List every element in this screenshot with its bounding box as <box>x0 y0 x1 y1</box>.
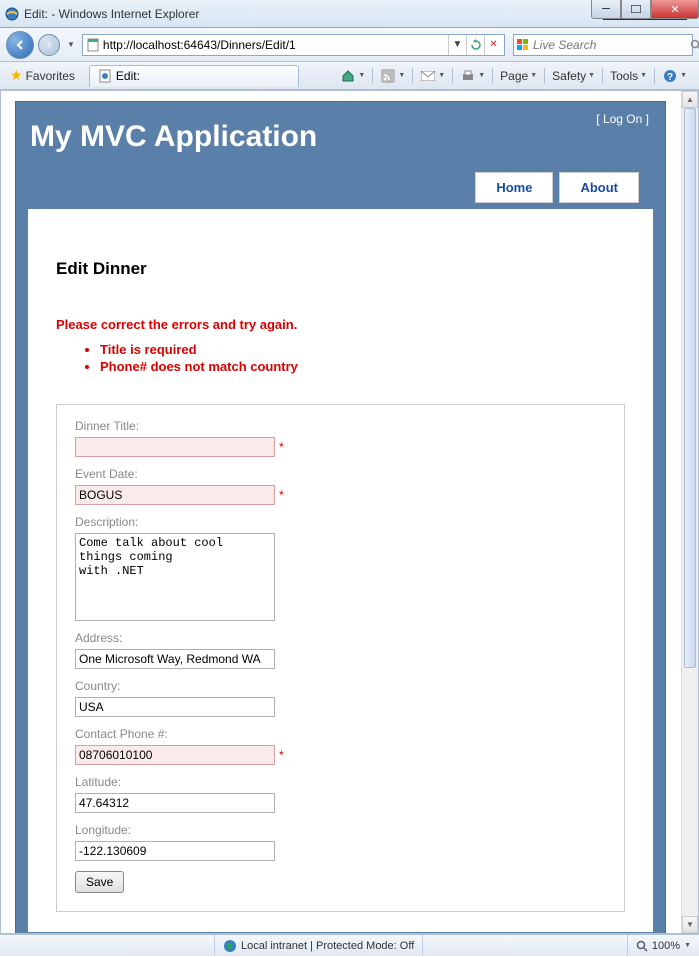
rss-icon <box>380 68 396 84</box>
forward-button[interactable] <box>38 34 60 56</box>
url-input[interactable] <box>103 38 448 52</box>
browser-tab[interactable]: Edit: <box>89 65 299 87</box>
mail-icon <box>420 68 436 84</box>
vertical-scrollbar[interactable]: ▲ ▼ <box>681 91 698 933</box>
favorites-button[interactable]: ★ Favorites <box>4 65 81 86</box>
intranet-icon <box>223 939 237 953</box>
search-input[interactable] <box>530 38 690 52</box>
minimize-button[interactable]: ─ <box>591 0 621 19</box>
help-icon: ? <box>662 68 678 84</box>
home-icon <box>340 68 356 84</box>
tab-page-icon <box>98 69 112 83</box>
svg-text:?: ? <box>667 72 673 83</box>
refresh-button[interactable] <box>466 35 484 55</box>
country-input[interactable] <box>75 697 275 717</box>
star-icon: ★ <box>10 67 23 84</box>
zone-text: Local intranet | Protected Mode: Off <box>241 940 414 952</box>
latitude-label: Latitude: <box>75 775 606 789</box>
title-error-indicator: * <box>279 440 284 454</box>
phone-label: Contact Phone #: <box>75 727 606 741</box>
address-bar[interactable]: ▼ ✕ <box>82 34 505 56</box>
feeds-button[interactable]: ▼ <box>376 66 409 86</box>
address-label: Address: <box>75 631 606 645</box>
nav-home-tab[interactable]: Home <box>475 172 553 203</box>
help-button[interactable]: ?▼ <box>658 66 691 86</box>
event-date-input[interactable] <box>75 485 275 505</box>
status-bar: Local intranet | Protected Mode: Off 100… <box>0 934 699 956</box>
validation-error-item: Title is required <box>100 342 625 357</box>
page-heading: Edit Dinner <box>56 259 625 279</box>
navigation-bar: ▼ ▼ ✕ <box>0 28 699 62</box>
longitude-input[interactable] <box>75 841 275 861</box>
nav-history-dropdown[interactable]: ▼ <box>64 40 78 49</box>
window-title: Edit: - Windows Internet Explorer <box>24 7 603 21</box>
close-button[interactable]: ✕ <box>651 0 699 19</box>
title-input[interactable] <box>75 437 275 457</box>
home-button[interactable]: ▼ <box>336 66 369 86</box>
status-segment <box>422 935 446 956</box>
favorites-label: Favorites <box>26 69 75 83</box>
validation-error-item: Phone# does not match country <box>100 359 625 374</box>
bing-icon <box>516 38 530 52</box>
security-zone[interactable]: Local intranet | Protected Mode: Off <box>214 935 422 956</box>
log-on-link[interactable]: Log On <box>603 112 642 126</box>
validation-summary: Please correct the errors and try again. <box>56 317 625 332</box>
event-date-label: Event Date: <box>75 467 606 481</box>
country-label: Country: <box>75 679 606 693</box>
scroll-thumb[interactable] <box>684 108 696 668</box>
print-icon <box>460 68 476 84</box>
validation-error-list: Title is required Phone# does not match … <box>100 342 625 374</box>
event-date-error-indicator: * <box>279 488 284 502</box>
zoom-icon <box>636 940 648 952</box>
page-icon <box>85 37 101 53</box>
zoom-control[interactable]: 100% ▼ <box>627 935 699 956</box>
stop-button[interactable]: ✕ <box>484 35 502 55</box>
description-input[interactable]: Come talk about cool things coming with … <box>75 533 275 621</box>
maximize-button[interactable] <box>621 0 651 19</box>
tab-toolbar-row: ★ Favorites Edit: ▼ ▼ ▼ ▼ Page ▼ Safety … <box>0 62 699 90</box>
edit-form: Dinner Title: * Event Date: * <box>56 404 625 912</box>
search-bar[interactable] <box>513 34 693 56</box>
login-section: [ Log On ] <box>596 112 649 126</box>
print-button[interactable]: ▼ <box>456 66 489 86</box>
latitude-input[interactable] <box>75 793 275 813</box>
window-titlebar: Edit: - Windows Internet Explorer Send F… <box>0 0 699 28</box>
main-content: Edit Dinner Please correct the errors an… <box>28 209 653 932</box>
url-dropdown[interactable]: ▼ <box>448 35 466 55</box>
scroll-down-button[interactable]: ▼ <box>682 916 698 933</box>
tab-label: Edit: <box>116 69 290 83</box>
phone-error-indicator: * <box>279 748 284 762</box>
description-label: Description: <box>75 515 606 529</box>
title-label: Dinner Title: <box>75 419 606 433</box>
mail-button[interactable]: ▼ <box>416 66 449 86</box>
nav-about-tab[interactable]: About <box>559 172 639 203</box>
scroll-up-button[interactable]: ▲ <box>682 91 698 108</box>
app-title: My MVC Application <box>30 112 651 172</box>
save-button[interactable]: Save <box>75 871 124 893</box>
address-input[interactable] <box>75 649 275 669</box>
longitude-label: Longitude: <box>75 823 606 837</box>
search-go-button[interactable] <box>690 39 699 51</box>
ie-icon <box>4 6 20 22</box>
phone-input[interactable] <box>75 745 275 765</box>
browser-viewport: [ Log On ] My MVC Application Home About… <box>0 90 699 934</box>
zoom-level: 100% <box>652 940 680 952</box>
page-frame: [ Log On ] My MVC Application Home About… <box>15 101 666 933</box>
safety-menu[interactable]: Safety ▼ <box>548 67 599 85</box>
zoom-dropdown[interactable]: ▼ <box>684 942 691 949</box>
page-menu[interactable]: Page ▼ <box>496 67 541 85</box>
back-button[interactable] <box>6 31 34 59</box>
tools-menu[interactable]: Tools ▼ <box>606 67 651 85</box>
